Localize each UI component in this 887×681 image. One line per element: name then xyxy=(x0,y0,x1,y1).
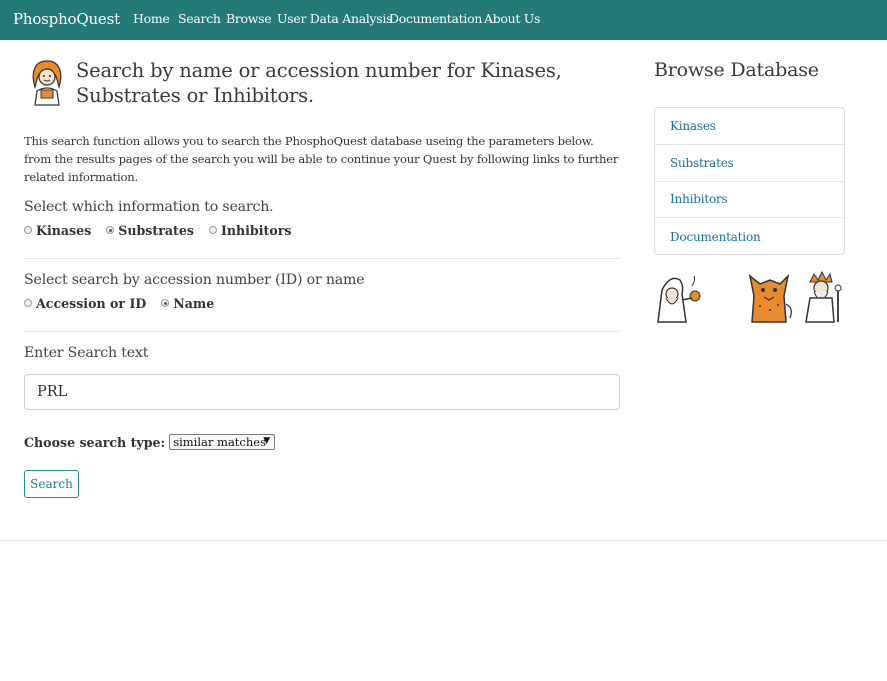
search-type-row: Choose search type: similar matches ▼ xyxy=(24,434,276,450)
divider xyxy=(24,331,620,332)
brand-logo[interactable]: PhosphoQuest xyxy=(13,10,120,28)
browse-list: Kinases Substrates Inhibitors Documentat… xyxy=(654,107,845,255)
radio-kinases-circle[interactable] xyxy=(24,226,32,234)
search-text-label: Enter Search text xyxy=(24,345,149,361)
radio-accession-circle[interactable] xyxy=(24,299,32,307)
search-type-select[interactable]: similar matches ▼ xyxy=(169,434,276,450)
radio-substrates-circle[interactable] xyxy=(106,226,115,234)
search-type-label: Choose search type: xyxy=(24,434,166,450)
by-radio-group: Accession or ID Name xyxy=(24,295,229,311)
old-wizard-mascot-icon xyxy=(805,270,842,323)
radio-inhibitors-label[interactable]: Inhibitors xyxy=(221,223,292,238)
nav-home[interactable]: Home xyxy=(133,11,170,26)
nav-about-us[interactable]: About Us xyxy=(484,11,540,26)
radio-substrates[interactable]: Substrates xyxy=(106,223,194,238)
search-input[interactable] xyxy=(24,374,620,410)
radio-name-label[interactable]: Name xyxy=(173,296,214,311)
radio-kinases[interactable]: Kinases xyxy=(24,223,91,238)
nav-user-data-analysis[interactable]: User Data Analysis xyxy=(277,11,393,26)
nav-browse[interactable]: Browse xyxy=(226,11,272,26)
info-radio-group: Kinases Substrates Inhibitors xyxy=(24,222,306,238)
radio-name-circle[interactable] xyxy=(161,299,170,307)
nav-search[interactable]: Search xyxy=(178,11,221,26)
sidebar-item-kinases[interactable]: Kinases xyxy=(655,108,844,145)
sidebar-title: Browse Database xyxy=(654,59,819,81)
search-type-value[interactable]: similar matches xyxy=(173,435,266,449)
footer-divider xyxy=(0,540,887,541)
page-title: Search by name or accession number for K… xyxy=(76,59,562,107)
radio-inhibitors-circle[interactable] xyxy=(208,226,217,234)
radio-substrates-label[interactable]: Substrates xyxy=(118,223,194,238)
scientist-avatar-icon xyxy=(32,60,62,106)
nav-documentation[interactable]: Documentation xyxy=(389,11,482,26)
by-section-label: Select search by accession number (ID) o… xyxy=(24,272,365,288)
radio-inhibitors[interactable]: Inhibitors xyxy=(208,223,292,238)
search-button[interactable]: Search xyxy=(24,470,79,498)
sidebar-item-documentation[interactable]: Documentation xyxy=(655,218,844,255)
sidebar-item-inhibitors[interactable]: Inhibitors xyxy=(655,181,844,218)
chevron-down-icon[interactable]: ▼ xyxy=(263,436,270,446)
fox-monster-mascot-icon xyxy=(748,273,792,323)
radio-kinases-label[interactable]: Kinases xyxy=(36,223,91,238)
intro-text: This search function allows you to searc… xyxy=(24,134,619,184)
radio-accession-label[interactable]: Accession or ID xyxy=(36,296,146,311)
divider xyxy=(24,258,620,259)
sidebar-item-substrates[interactable]: Substrates xyxy=(655,145,844,182)
radio-accession[interactable]: Accession or ID xyxy=(24,296,146,311)
info-section-label: Select which information to search. xyxy=(24,199,274,215)
radio-name[interactable]: Name xyxy=(161,296,214,311)
top-navbar: PhosphoQuest Home Search Browse User Dat… xyxy=(0,0,887,40)
wizard-mascot-icon xyxy=(657,275,701,323)
